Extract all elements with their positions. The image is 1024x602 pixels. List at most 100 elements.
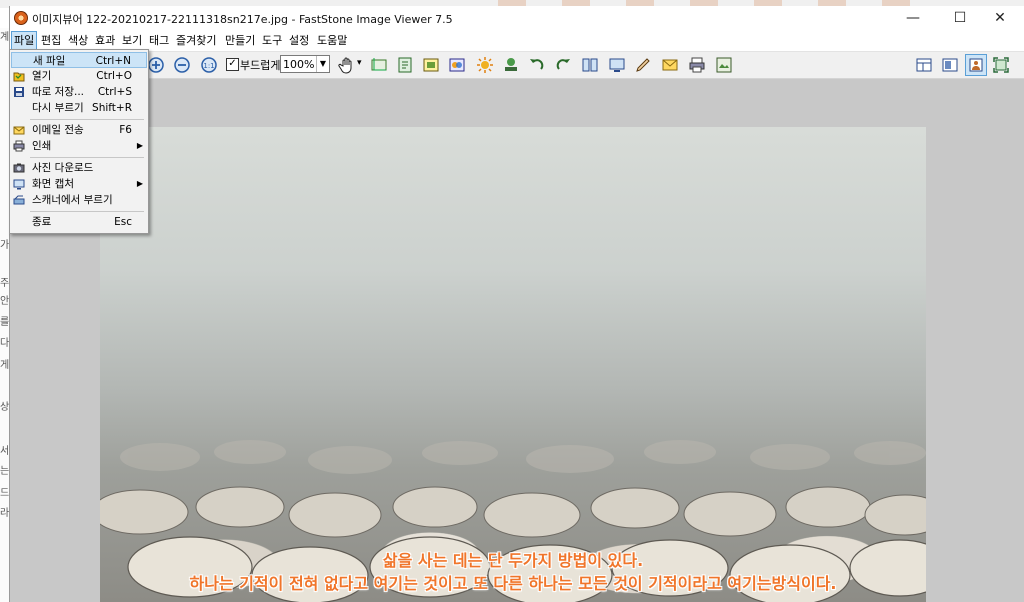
- photo-download-label: 사진 다운로드: [32, 162, 94, 174]
- new-file-label: 새 파일: [33, 55, 66, 67]
- email-icon: [13, 126, 25, 135]
- background-text: 안: [0, 296, 9, 307]
- maximize-button[interactable]: ☐: [938, 6, 982, 30]
- file-menu-dropdown: 새 파일 Ctrl+N 열기 Ctrl+O 따로 저장... Ctrl+S 다시…: [9, 49, 149, 234]
- menu-item-open[interactable]: 열기 Ctrl+O: [10, 68, 148, 84]
- pan-dropdown-arrow[interactable]: ▾: [357, 58, 362, 68]
- menu-separator: [30, 157, 144, 158]
- pebbles-image: [100, 440, 926, 602]
- menu-tag[interactable]: 태그: [147, 32, 171, 49]
- menu-item-save-as[interactable]: 따로 저장... Ctrl+S: [10, 84, 148, 100]
- thumbnail-view-icon[interactable]: [715, 56, 733, 74]
- resize-icon[interactable]: [396, 56, 414, 74]
- print-icon[interactable]: [688, 56, 706, 74]
- exit-shortcut: Esc: [114, 216, 132, 228]
- print-label: 인쇄: [32, 140, 52, 152]
- open-shortcut: Ctrl+O: [96, 70, 132, 82]
- screen-capture-icon: [13, 179, 25, 190]
- title-bar[interactable]: 이미지뷰어 122-20210217-22111318sn217e.jpg - …: [10, 6, 1024, 30]
- app-window: 이미지뷰어 122-20210217-22111318sn217e.jpg - …: [9, 6, 1024, 602]
- menu-item-exit[interactable]: 종료 Esc: [10, 214, 148, 230]
- hand-pan-icon[interactable]: [338, 56, 356, 74]
- screen-capture-label: 화면 캡처: [32, 178, 74, 190]
- zoom-select[interactable]: 100% ▼: [280, 55, 330, 73]
- save-disk-icon: [14, 87, 24, 97]
- canvas-size-icon[interactable]: [422, 56, 440, 74]
- menu-separator: [30, 211, 144, 212]
- menu-create[interactable]: 만들기: [223, 32, 257, 49]
- menu-view[interactable]: 보기: [120, 32, 144, 49]
- scanner-icon: [13, 195, 25, 205]
- menu-item-screen-capture[interactable]: 화면 캡처 ▶: [10, 176, 148, 192]
- caption-line-1: 삶을 사는 데는 단 두가지 방법이 있다.: [382, 551, 644, 570]
- image-viewer[interactable]: 삶을 사는 데는 단 두가지 방법이 있다. 하나는 기적이 전혀 없다고 여기…: [10, 79, 1024, 602]
- menu-item-email[interactable]: 이메일 전송 F6: [10, 122, 148, 138]
- pebble-photo: 삶을 사는 데는 단 두가지 방법이 있다. 하나는 기적이 전혀 없다고 여기…: [100, 127, 926, 602]
- rotate-right-icon[interactable]: [554, 56, 572, 74]
- stamp-icon[interactable]: [502, 56, 520, 74]
- save-as-label: 따로 저장...: [32, 86, 84, 98]
- background-text: 가: [0, 240, 9, 251]
- email-icon[interactable]: [661, 56, 679, 74]
- background-text: 계: [0, 32, 9, 43]
- menu-color[interactable]: 색상: [66, 32, 90, 49]
- info-panel-icon[interactable]: [941, 56, 959, 74]
- background-text: 는: [0, 466, 9, 477]
- menu-favorites[interactable]: 즐겨찾기: [174, 32, 218, 49]
- menu-tools[interactable]: 도구: [260, 32, 284, 49]
- smooth-label: 부드럽게: [240, 59, 281, 72]
- background-text: 상: [0, 402, 9, 413]
- menu-item-reload[interactable]: 다시 부르기 Shift+R: [10, 100, 148, 116]
- close-button[interactable]: ✕: [978, 6, 1022, 30]
- actual-size-icon[interactable]: 1:1: [200, 56, 218, 74]
- toolbar: 1:1 ✓ 부드럽게 100% ▼ ▾: [10, 52, 1024, 79]
- app-logo-icon[interactable]: [14, 11, 28, 25]
- color-adjust-icon[interactable]: [448, 56, 466, 74]
- background-text: 주: [0, 278, 9, 289]
- menu-item-new-file[interactable]: 새 파일 Ctrl+N: [11, 52, 147, 68]
- background-text: 다: [0, 338, 9, 349]
- menu-item-scanner[interactable]: 스캐너에서 부르기: [10, 192, 148, 208]
- reload-label: 다시 부르기: [32, 102, 84, 114]
- menu-help[interactable]: 도움말: [315, 32, 349, 49]
- minimize-button[interactable]: —: [891, 6, 935, 30]
- submenu-arrow-icon: ▶: [136, 179, 143, 188]
- zoom-value: 100%: [283, 58, 315, 71]
- crop-icon[interactable]: [370, 56, 388, 74]
- slideshow-icon[interactable]: [608, 56, 626, 74]
- menu-settings[interactable]: 설정: [287, 32, 311, 49]
- menu-file[interactable]: 파일: [11, 31, 38, 50]
- zoom-in-icon[interactable]: [147, 56, 165, 74]
- background-text: 게: [0, 360, 9, 371]
- window-title: 이미지뷰어 122-20210217-22111318sn217e.jpg - …: [32, 13, 453, 26]
- reload-shortcut: Shift+R: [92, 102, 132, 114]
- menu-item-print[interactable]: 인쇄 ▶: [10, 138, 148, 154]
- save-as-shortcut: Ctrl+S: [97, 86, 132, 98]
- submenu-arrow-icon: ▶: [136, 141, 143, 150]
- chevron-down-icon[interactable]: ▼: [316, 56, 329, 72]
- layout-icon[interactable]: [915, 56, 933, 74]
- draw-icon[interactable]: [634, 56, 652, 74]
- email-shortcut: F6: [119, 124, 132, 136]
- compare-icon[interactable]: [581, 56, 599, 74]
- svg-text:1:1: 1:1: [203, 62, 214, 70]
- background-text: 서: [0, 446, 9, 457]
- camera-icon: [13, 163, 25, 173]
- menu-edit[interactable]: 편집: [39, 32, 63, 49]
- fit-window-button[interactable]: [965, 54, 987, 76]
- menu-bar: 파일 편집 색상 효과 보기 태그 즐겨찾기 만들기 도구 설정 도움말: [10, 30, 1024, 52]
- rotate-left-icon[interactable]: [528, 56, 546, 74]
- brightness-icon[interactable]: [476, 56, 494, 74]
- caption-line-2: 하나는 기적이 전혀 없다고 여기는 것이고 또 다른 하나는 모든 것이 기적…: [189, 574, 837, 593]
- fullscreen-icon[interactable]: [992, 56, 1010, 74]
- menu-item-photo-download[interactable]: 사진 다운로드: [10, 160, 148, 176]
- background-text: 를: [0, 317, 9, 328]
- menu-effects[interactable]: 효과: [93, 32, 117, 49]
- open-label: 열기: [32, 70, 52, 82]
- email-label: 이메일 전송: [32, 124, 84, 136]
- menu-separator: [30, 119, 144, 120]
- zoom-out-icon[interactable]: [173, 56, 191, 74]
- background-text: 드: [0, 488, 9, 499]
- new-file-shortcut: Ctrl+N: [95, 55, 131, 67]
- smooth-checkbox[interactable]: ✓: [226, 58, 239, 71]
